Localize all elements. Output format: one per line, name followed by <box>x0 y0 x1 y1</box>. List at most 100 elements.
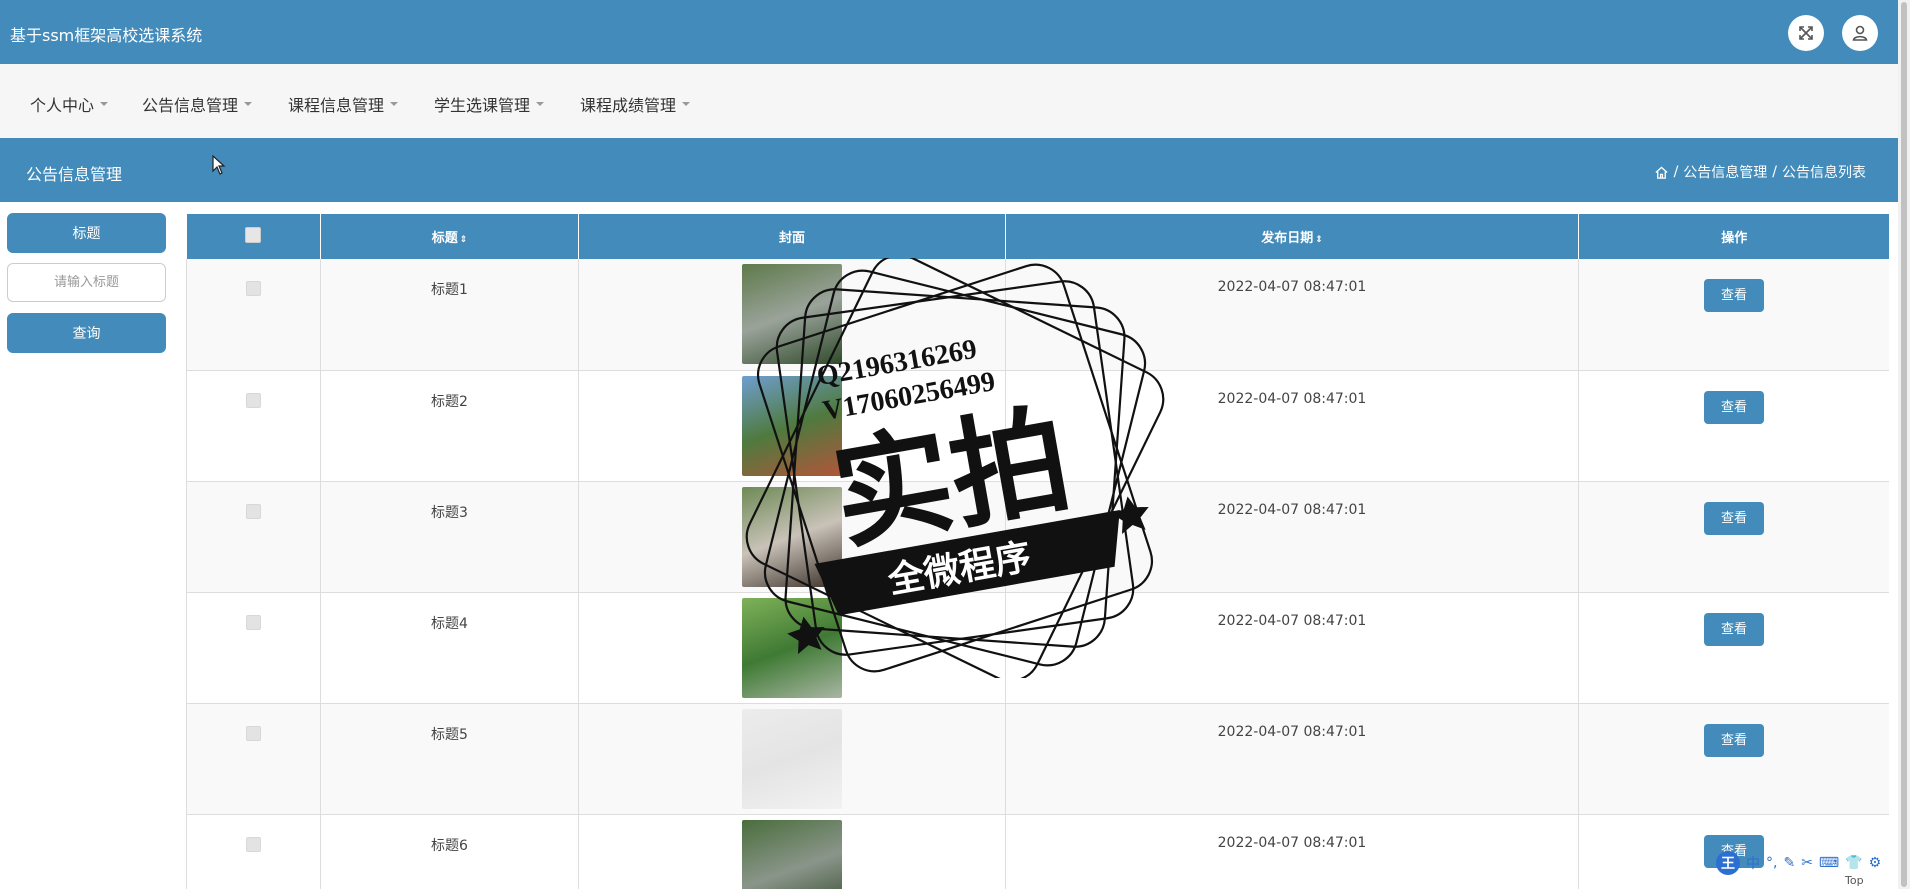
ime-punctuation-toggle[interactable]: °, <box>1766 855 1777 871</box>
table-row: 标题3 2022-04-07 08:47:01 查看 <box>186 481 1889 592</box>
nav-item-label: 学生选课管理 <box>434 96 531 115</box>
caret-down-icon <box>100 102 109 106</box>
row-select-cell <box>186 259 321 370</box>
row-checkbox[interactable] <box>246 725 261 741</box>
page-scrollbar[interactable] <box>1898 0 1910 889</box>
row-title: 标题2 <box>320 370 579 481</box>
fullscreen-button[interactable] <box>1788 15 1824 51</box>
nav-item-course-info[interactable]: 课程信息管理 <box>288 92 399 116</box>
row-checkbox[interactable] <box>246 503 261 519</box>
row-publish-date: 2022-04-07 08:47:01 <box>1005 370 1579 481</box>
nav-item-label: 课程成绩管理 <box>580 96 677 115</box>
nav-item-announcement[interactable]: 公告信息管理 <box>142 92 253 116</box>
nav-item-course-selection[interactable]: 学生选课管理 <box>434 92 545 116</box>
user-button[interactable] <box>1842 15 1878 51</box>
row-title: 标题6 <box>320 814 579 889</box>
cover-image <box>742 819 842 889</box>
table-row: 标题1 2022-04-07 08:47:01 查看 <box>186 259 1889 370</box>
row-checkbox[interactable] <box>246 392 261 408</box>
row-title: 标题5 <box>320 703 579 814</box>
row-select-cell <box>186 481 321 592</box>
sort-icon: ⇕ <box>459 235 468 245</box>
view-button[interactable]: 查看 <box>1704 501 1764 535</box>
home-icon[interactable] <box>1654 165 1669 180</box>
sort-icon: ⇕ <box>1315 235 1323 245</box>
caret-down-icon <box>244 102 253 106</box>
ime-handwrite-icon[interactable]: ✎ <box>1783 855 1795 871</box>
breadcrumb-separator: / <box>1772 164 1777 180</box>
nav-item-label: 个人中心 <box>30 96 95 115</box>
row-select-cell <box>186 370 321 481</box>
ime-logo[interactable]: 王 <box>1716 851 1740 875</box>
view-button[interactable]: 查看 <box>1704 723 1764 757</box>
row-checkbox[interactable] <box>246 281 261 296</box>
row-checkbox[interactable] <box>246 614 261 630</box>
view-button[interactable]: 查看 <box>1704 390 1764 424</box>
cover-image <box>742 486 842 587</box>
row-cover-cell <box>578 481 1006 592</box>
row-actions: 查看 <box>1578 703 1889 814</box>
select-all-cell <box>186 214 321 259</box>
select-all-checkbox[interactable] <box>245 226 262 243</box>
ime-toolbar: 王 中 °, ✎ ✂ ⌨ 👕 ⚙ <box>1716 850 1892 876</box>
row-publish-date: 2022-04-07 08:47:01 <box>1005 481 1579 592</box>
row-publish-date: 2022-04-07 08:47:01 <box>1005 259 1579 370</box>
ime-skin-icon[interactable]: 👕 <box>1845 855 1862 871</box>
announcement-table: 标题 ⇕ 封面 发布日期 ⇕ 操作 标题1 2022-04-07 08:47:01 查看… <box>186 214 1889 889</box>
app-title: 基于ssm框架高校选课系统 <box>10 26 203 45</box>
table-row: 标题4 2022-04-07 08:47:01 查看 <box>186 592 1889 703</box>
row-checkbox[interactable] <box>246 836 261 852</box>
row-actions: 查看 <box>1578 370 1889 481</box>
row-cover-cell <box>578 814 1006 889</box>
title-search-input[interactable] <box>7 263 166 302</box>
row-actions: 查看 <box>1578 259 1889 370</box>
ime-screenshot-icon[interactable]: ✂ <box>1801 855 1813 871</box>
caret-down-icon <box>682 102 691 106</box>
row-title: 标题4 <box>320 592 579 703</box>
breadcrumb: / 公告信息管理 / 公告信息列表 <box>1654 162 1866 182</box>
cover-image <box>742 375 842 476</box>
row-title: 标题3 <box>320 481 579 592</box>
column-header-cover: 封面 <box>578 214 1006 259</box>
row-title: 标题1 <box>320 259 579 370</box>
row-select-cell <box>186 814 321 889</box>
main-nav: 个人中心 公告信息管理 课程信息管理 学生选课管理 课程成绩管理 <box>0 64 1898 138</box>
nav-item-personal-center[interactable]: 个人中心 <box>30 92 109 116</box>
column-header-publish-date[interactable]: 发布日期 ⇕ <box>1005 214 1579 259</box>
mouse-cursor-icon <box>212 155 226 175</box>
cover-image <box>742 597 842 698</box>
row-cover-cell <box>578 259 1006 370</box>
nav-item-label: 课程信息管理 <box>288 96 385 115</box>
search-field-label: 标题 <box>7 213 166 253</box>
row-actions: 查看 <box>1578 481 1889 592</box>
section-header: 公告信息管理 / 公告信息管理 / 公告信息列表 <box>0 138 1898 202</box>
user-icon <box>1852 25 1868 41</box>
cover-image <box>742 708 842 809</box>
column-header-title[interactable]: 标题 ⇕ <box>320 214 579 259</box>
query-button[interactable]: 查询 <box>7 313 166 353</box>
table-row: 标题2 2022-04-07 08:47:01 查看 <box>186 370 1889 481</box>
back-to-top-label[interactable]: Top <box>1845 874 1864 887</box>
row-select-cell <box>186 592 321 703</box>
breadcrumb-item-announcement[interactable]: 公告信息管理 <box>1683 162 1767 182</box>
nav-item-course-grades[interactable]: 课程成绩管理 <box>580 92 691 116</box>
row-cover-cell <box>578 703 1006 814</box>
breadcrumb-item-list: 公告信息列表 <box>1782 165 1866 181</box>
row-select-cell <box>186 703 321 814</box>
view-button[interactable]: 查看 <box>1704 612 1764 646</box>
view-button[interactable]: 查看 <box>1704 279 1764 312</box>
row-publish-date: 2022-04-07 08:47:01 <box>1005 703 1579 814</box>
top-header: 基于ssm框架高校选课系统 <box>0 0 1898 64</box>
page-title: 公告信息管理 <box>26 165 123 184</box>
ime-lang-toggle[interactable]: 中 <box>1746 853 1760 873</box>
cover-image <box>742 264 842 364</box>
caret-down-icon <box>536 102 545 106</box>
caret-down-icon <box>390 102 399 106</box>
table-row: 标题6 2022-04-07 08:47:01 查看 <box>186 814 1889 889</box>
table-header-row: 标题 ⇕ 封面 发布日期 ⇕ 操作 <box>186 214 1889 259</box>
row-publish-date: 2022-04-07 08:47:01 <box>1005 592 1579 703</box>
ime-keyboard-icon[interactable]: ⌨ <box>1819 855 1839 871</box>
row-cover-cell <box>578 592 1006 703</box>
ime-settings-icon[interactable]: ⚙ <box>1869 855 1882 871</box>
scrollbar-thumb[interactable] <box>1901 2 1907 887</box>
